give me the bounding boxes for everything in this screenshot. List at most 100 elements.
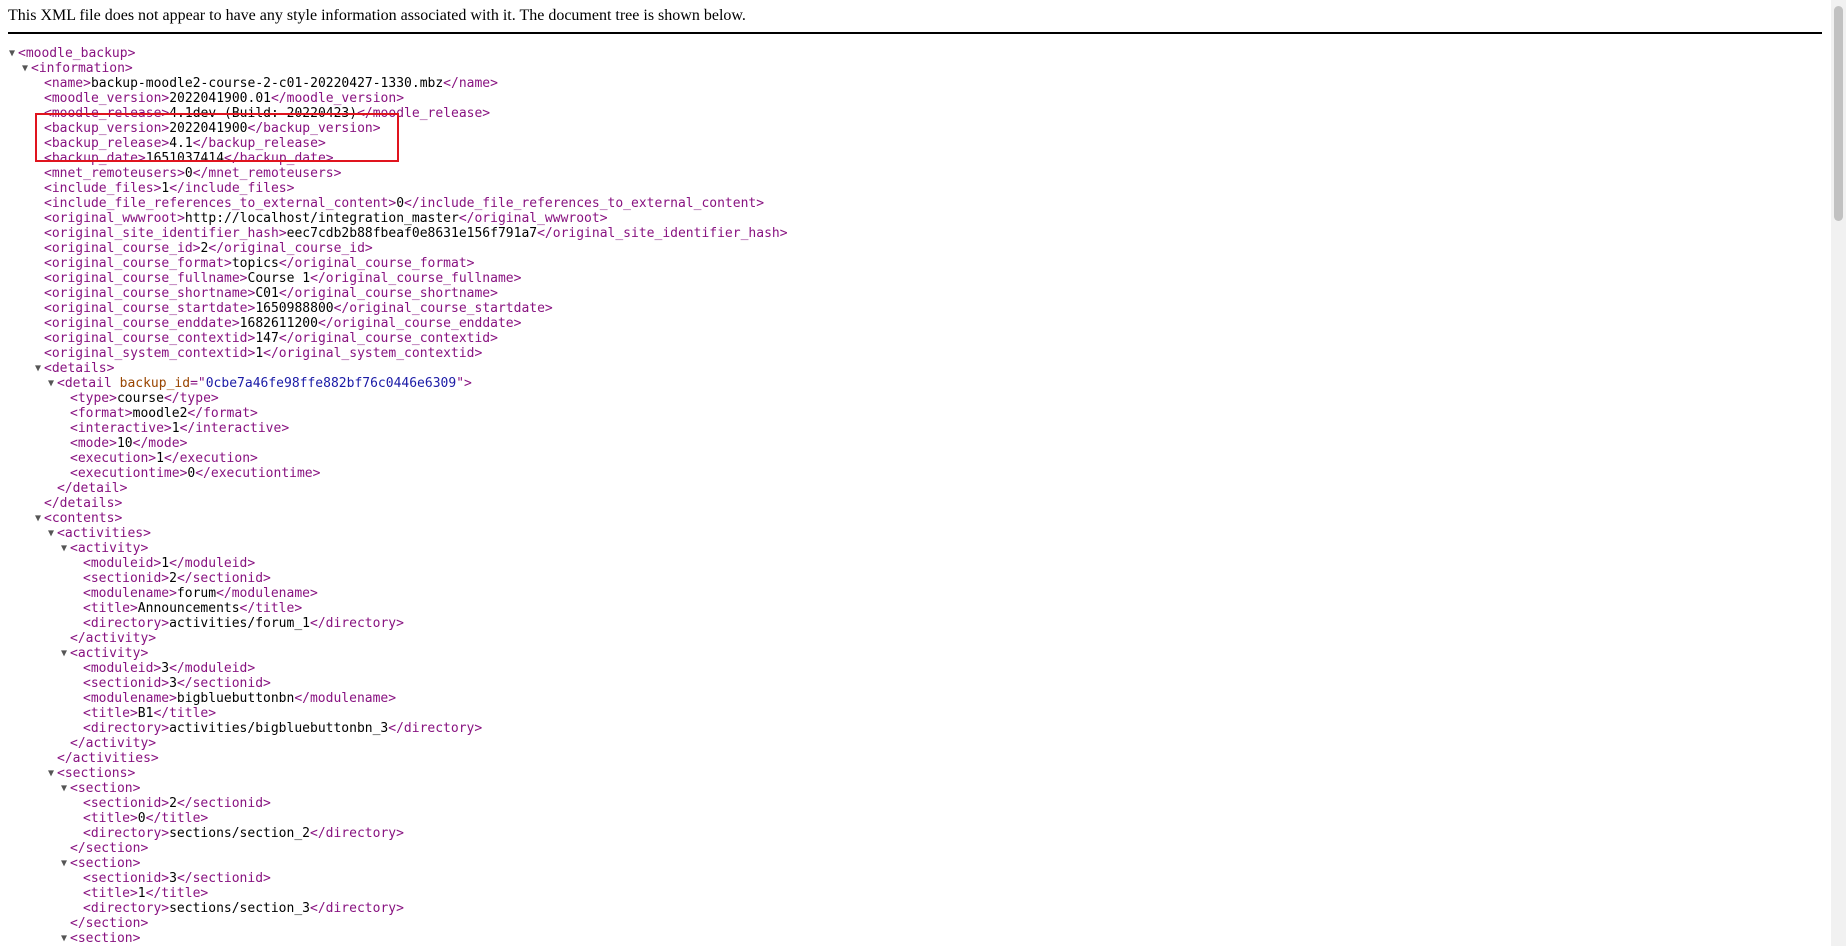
xml-close-tag: </mode> (132, 436, 188, 451)
xml-close-tag: </activities> (57, 751, 159, 766)
xml-attribute-name: backup_id (111, 376, 191, 391)
xml-open-tag: <activities (57, 526, 144, 541)
xml-open-tag-end: > (106, 361, 115, 376)
xml-close-tag: </execution> (163, 451, 258, 466)
collapse-toggle-icon[interactable]: ▼ (61, 931, 69, 946)
vertical-scrollbar[interactable] (1831, 0, 1846, 946)
xml-line: <mnet_remoteusers>0</mnet_remoteusers> (44, 166, 341, 181)
xml-text: 2 (169, 571, 177, 586)
xml-text: http://localhost/integration_master (184, 211, 459, 226)
collapse-toggle-icon[interactable]: ▼ (48, 376, 56, 391)
xml-line: <original_system_contextid>1</original_s… (44, 346, 482, 361)
scrollbar-thumb[interactable] (1834, 6, 1843, 221)
xml-open-tag-end: > (109, 391, 117, 406)
xml-open-tag-end: > (464, 376, 472, 391)
xml-open-tag-end: > (137, 151, 146, 166)
collapse-toggle-icon[interactable]: ▼ (61, 856, 69, 871)
xml-line: ▼ <section> (61, 781, 140, 796)
xml-open-tag-end: > (161, 871, 170, 886)
xml-open-tag: <detail (57, 376, 112, 391)
xml-close-tag: </include_file_references_to_external_co… (404, 196, 765, 211)
xml-open-tag-end: > (161, 796, 170, 811)
xml-open-tag: <original_course_fullname (44, 271, 240, 286)
xml-text: activities/forum_1 (169, 616, 310, 631)
xml-line: <sectionid>2</sectionid> (83, 571, 271, 586)
collapse-toggle-icon[interactable]: ▼ (48, 766, 56, 781)
xml-close-tag: </sectionid> (176, 871, 271, 886)
xml-line: <modulename>forum</modulename> (83, 586, 318, 601)
xml-text: 1651037414 (145, 151, 225, 166)
xml-open-tag: <modulename (83, 691, 170, 706)
xml-close-tag: </modulename> (294, 691, 397, 706)
xml-close-tag: </title> (145, 886, 209, 901)
xml-text: eec7cdb2b88fbeaf0e8631e156f791a7 (286, 226, 538, 241)
xml-close-tag: </directory> (310, 826, 404, 841)
xml-close-tag: </sectionid> (176, 796, 271, 811)
xml-open-tag: <original_system_contextid (44, 346, 248, 361)
xml-line: <modulename>bigbluebuttonbn</modulename> (83, 691, 396, 706)
xml-line: <mode>10</mode> (70, 436, 187, 451)
xml-close-tag: </title> (239, 601, 303, 616)
xml-close-tag: </activity> (70, 631, 157, 646)
xml-open-tag-end: > (278, 226, 287, 241)
xml-text: 2022041900.01 (169, 91, 271, 106)
xml-text: 1 (137, 886, 146, 901)
xml-line: <title>0</title> (83, 811, 208, 826)
xml-line: <include_file_references_to_external_con… (44, 196, 764, 211)
collapse-toggle-icon[interactable]: ▼ (61, 541, 69, 556)
xml-open-tag: <modulename (83, 586, 170, 601)
xml-open-tag-end: > (161, 571, 170, 586)
xml-open-tag: <sectionid (83, 571, 162, 586)
xml-line: <original_course_startdate>1650988800</o… (44, 301, 553, 316)
collapse-toggle-icon[interactable]: ▼ (22, 61, 30, 76)
xml-open-tag: <interactive (70, 421, 164, 436)
xml-close-tag: </original_course_fullname> (310, 271, 522, 286)
xml-open-tag-end: > (169, 586, 177, 601)
xml-open-tag: <include_files (44, 181, 154, 196)
xml-open-tag: <section (70, 781, 133, 796)
xml-close-tag: </original_course_contextid> (278, 331, 498, 346)
xml-text: bigbluebuttonbn (176, 691, 295, 706)
collapse-toggle-icon[interactable]: ▼ (35, 361, 43, 376)
xml-line: ▼ <section> (61, 856, 140, 871)
xml-text: 1 (255, 346, 264, 361)
xml-text: course (116, 391, 164, 406)
xml-line: <moduleid>1</moduleid> (83, 556, 255, 571)
xml-text: 0 (137, 811, 146, 826)
xml-line: <title>1</title> (83, 886, 208, 901)
xml-line: ▼ <details> (35, 361, 115, 376)
xml-open-tag: <original_course_format (44, 256, 225, 271)
xml-open-tag-end: > (239, 271, 248, 286)
xml-close-tag: </activity> (70, 736, 157, 751)
xml-line: <directory>activities/bigbluebuttonbn_3<… (83, 721, 482, 736)
xml-open-tag: <format (70, 406, 125, 421)
xml-text: moodle2 (132, 406, 188, 421)
xml-line: <moduleid>3</moduleid> (83, 661, 255, 676)
xml-close-tag: </backup_release> (192, 136, 326, 151)
collapse-toggle-icon[interactable]: ▼ (35, 511, 43, 526)
xml-open-tag: <executiontime (70, 466, 180, 481)
xml-line: <sectionid>3</sectionid> (83, 676, 271, 691)
collapse-toggle-icon[interactable]: ▼ (61, 646, 69, 661)
xml-close-tag: </details> (44, 496, 123, 511)
xml-attribute-equals: =" (190, 376, 206, 391)
xml-line: <type>course</type> (70, 391, 219, 406)
xml-line: <executiontime>0</executiontime> (70, 466, 320, 481)
xml-open-tag-end: > (132, 931, 141, 946)
xml-line: </activity> (70, 736, 156, 751)
xml-close-tag: </section> (70, 916, 149, 931)
xml-text: 2 (169, 796, 177, 811)
xml-open-tag: <original_course_enddate (44, 316, 232, 331)
xml-text: sections/section_2 (169, 826, 310, 841)
xml-line: </activity> (70, 631, 156, 646)
xml-open-tag: <moduleid (83, 661, 154, 676)
xml-open-tag: <include_file_references_to_external_con… (44, 196, 389, 211)
xml-open-tag-end: > (140, 541, 149, 556)
xml-close-tag: </modulename> (216, 586, 318, 601)
xml-close-tag: </original_site_identifier_hash> (537, 226, 788, 241)
collapse-toggle-icon[interactable]: ▼ (9, 46, 17, 61)
xml-open-tag: <moduleid (83, 556, 154, 571)
collapse-toggle-icon[interactable]: ▼ (61, 781, 69, 796)
xml-line: <moodle_release>4.1dev (Build: 20220423)… (44, 106, 490, 121)
collapse-toggle-icon[interactable]: ▼ (48, 526, 56, 541)
